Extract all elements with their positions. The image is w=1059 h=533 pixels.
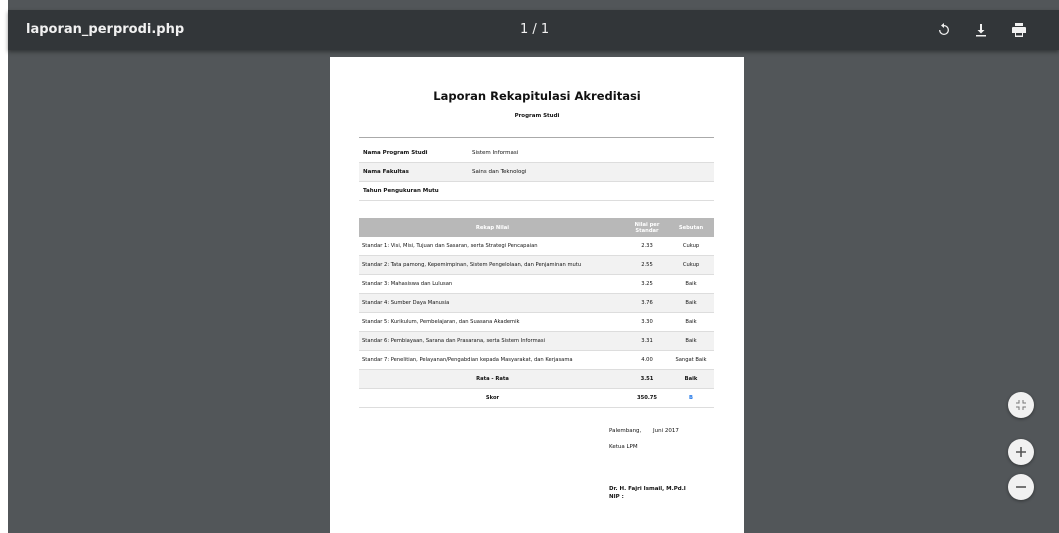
table-row: Standar 2: Tata pamong, Kepemimpinan, Si… <box>359 255 714 275</box>
rotate-icon <box>939 23 949 35</box>
table-row: Standar 7: Penelitian, Pelayanan/Pengabd… <box>359 350 714 370</box>
zoom-in-button[interactable] <box>1008 439 1034 465</box>
header-nilai-line2: Standar <box>635 227 659 234</box>
header-rekap-nilai: Rekap Nilai <box>359 218 626 237</box>
print-button[interactable] <box>1007 18 1031 42</box>
signature-nip: NIP : <box>609 494 624 500</box>
signature-place: Palembang, <box>609 428 642 434</box>
standar-cell: Standar 3: Mahasiswa dan Lulusan <box>359 274 626 294</box>
signature-role: Ketua LPM <box>609 444 638 450</box>
sebutan-cell: Baik <box>668 331 714 351</box>
signature-date: Juni 2017 <box>653 428 679 434</box>
info-row: Nama Fakultas Sains dan Teknologi <box>359 162 714 182</box>
standar-cell: Standar 4: Sumber Daya Manusia <box>359 293 626 313</box>
standar-cell: Standar 7: Penelitian, Pelayanan/Pengabd… <box>359 350 626 370</box>
table-row: Standar 1: Visi, Misi, Tujuan dan Sasara… <box>359 237 714 256</box>
nilai-cell: 4.00 <box>626 350 668 370</box>
program-info-table: Nama Program Studi Sistem Informasi Nama… <box>359 144 714 201</box>
print-icon <box>1012 23 1026 37</box>
divider <box>359 137 714 138</box>
sebutan-cell: Baik <box>668 312 714 332</box>
page-indicator: 1 / 1 <box>520 22 550 37</box>
table-row: Standar 6: Pembiayaan, Sarana dan Prasar… <box>359 331 714 351</box>
standar-cell: Standar 2: Tata pamong, Kepemimpinan, Si… <box>359 255 626 275</box>
standar-cell: Standar 1: Visi, Misi, Tujuan dan Sasara… <box>359 237 626 256</box>
rekap-nilai-table: Rekap Nilai Nilai per Standar Sebutan St… <box>359 218 714 408</box>
rata-rata-row: Rata - Rata 3.51 Baik <box>359 369 714 389</box>
fit-to-page-button[interactable] <box>1008 392 1034 418</box>
nilai-cell: 3.31 <box>626 331 668 351</box>
report-title: Laporan Rekapitulasi Akreditasi <box>433 89 641 103</box>
sebutan-cell: Sangat Baik <box>668 350 714 370</box>
nilai-cell: 2.33 <box>626 237 668 256</box>
download-button[interactable] <box>969 18 993 42</box>
info-row: Tahun Pengukuran Mutu <box>359 181 714 201</box>
zoom-in-icon <box>1016 447 1026 457</box>
pdf-page: Laporan Rekapitulasi Akreditasi Program … <box>330 57 744 533</box>
signature-name: Dr. H. Fajri Ismail, M.Pd.I <box>609 486 686 492</box>
document-title: laporan_perprodi.php <box>26 22 185 37</box>
report-subtitle: Program Studi <box>514 113 560 119</box>
info-value: Sains dan Teknologi <box>468 162 714 182</box>
zoom-out-icon <box>1016 486 1026 488</box>
nilai-cell: 3.30 <box>626 312 668 332</box>
nilai-cell: 3.76 <box>626 293 668 313</box>
table-row: Standar 3: Mahasiswa dan Lulusan 3.25 Ba… <box>359 274 714 294</box>
info-label: Nama Fakultas <box>359 162 468 182</box>
download-icon <box>976 24 986 37</box>
rata-rata-label: Rata - Rata <box>359 369 626 389</box>
standar-cell: Standar 6: Pembiayaan, Sarana dan Prasar… <box>359 331 626 351</box>
header-nilai-per-standar: Nilai per Standar <box>626 218 668 237</box>
skor-row: Skor 350.75 B <box>359 388 714 408</box>
table-row: Standar 4: Sumber Daya Manusia 3.76 Baik <box>359 293 714 313</box>
info-row: Nama Program Studi Sistem Informasi <box>359 144 714 163</box>
info-label: Nama Program Studi <box>359 144 468 163</box>
sebutan-cell: Cukup <box>668 255 714 275</box>
sebutan-cell: Baik <box>668 293 714 313</box>
info-value <box>468 181 714 201</box>
rata-rata-nilai: 3.51 <box>626 369 668 389</box>
standar-cell: Standar 5: Kurikulum, Pembelajaran, dan … <box>359 312 626 332</box>
nilai-cell: 3.25 <box>626 274 668 294</box>
skor-nilai: 350.75 <box>626 388 668 408</box>
table-row: Standar 5: Kurikulum, Pembelajaran, dan … <box>359 312 714 332</box>
header-sebutan: Sebutan <box>668 218 714 237</box>
skor-label: Skor <box>359 388 626 408</box>
info-label: Tahun Pengukuran Mutu <box>359 181 468 201</box>
skor-grade: B <box>668 388 714 408</box>
rata-rata-sebutan: Baik <box>668 369 714 389</box>
window-edge <box>0 0 8 533</box>
sebutan-cell: Baik <box>668 274 714 294</box>
sebutan-cell: Cukup <box>668 237 714 256</box>
pdf-toolbar: laporan_perprodi.php 1 / 1 <box>8 10 1059 50</box>
table-header-row: Rekap Nilai Nilai per Standar Sebutan <box>359 218 714 237</box>
zoom-out-button[interactable] <box>1008 474 1034 500</box>
rotate-button[interactable] <box>932 18 956 42</box>
info-value: Sistem Informasi <box>468 144 714 163</box>
nilai-cell: 2.55 <box>626 255 668 275</box>
fit-to-page-icon <box>1016 400 1026 410</box>
